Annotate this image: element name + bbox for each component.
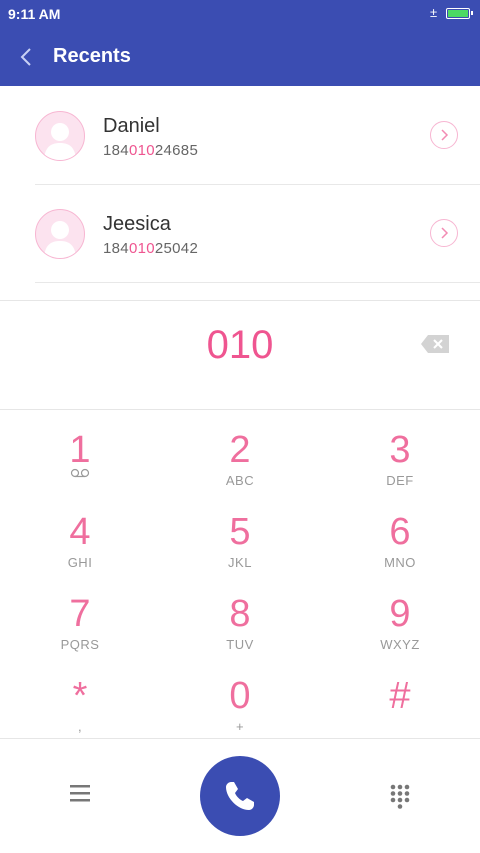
key-digit: * (72, 675, 88, 717)
key-1[interactable]: 1 (0, 418, 160, 500)
key-2[interactable]: 2 ABC (160, 418, 320, 500)
dial-display: 010 (0, 301, 480, 409)
key-9[interactable]: 9 WXYZ (320, 582, 480, 664)
key-letters: PQRS (60, 637, 100, 652)
key-star[interactable]: * , (0, 664, 160, 746)
key-hash[interactable]: # (320, 664, 480, 746)
person-icon (44, 123, 76, 160)
key-digit: 4 (69, 511, 91, 553)
details-chevron-icon[interactable] (430, 121, 458, 149)
contact-row-jeesica[interactable]: Jeesica 18401025042 (0, 185, 480, 283)
contact-name: Daniel (103, 115, 160, 137)
back-arrow-icon[interactable] (16, 46, 38, 68)
key-letters: JKL (228, 555, 252, 570)
key-digit: 7 (69, 593, 91, 635)
contact-row-daniel[interactable]: Daniel 18401024685 (0, 87, 480, 185)
key-letters: GHI (67, 555, 93, 570)
key-letters: WXYZ (380, 637, 420, 652)
key-letters: , (77, 719, 83, 734)
person-icon (44, 221, 76, 258)
key-digit: 6 (389, 511, 411, 553)
key-5[interactable]: 5 JKL (160, 500, 320, 582)
call-button[interactable] (200, 756, 280, 836)
menu-icon[interactable] (68, 783, 92, 803)
key-8[interactable]: 8 TUV (160, 582, 320, 664)
contact-number: 18401025042 (103, 240, 199, 257)
contact-name: Jeesica (103, 213, 171, 235)
key-letters: DEF (386, 473, 414, 488)
backspace-icon[interactable] (420, 334, 450, 354)
keypad-divider (0, 409, 480, 410)
key-digit: 0 (229, 675, 251, 717)
page-title: Recents (53, 45, 131, 67)
status-bar: 9:11 AM ± (0, 0, 480, 28)
key-digit: 5 (229, 511, 251, 553)
key-3[interactable]: 3 DEF (320, 418, 480, 500)
app-bar: Recents (0, 28, 480, 86)
key-letters: + (235, 719, 245, 734)
bottom-bar (0, 738, 480, 853)
dialpad-icon[interactable] (389, 783, 411, 811)
contact-number: 18401024685 (103, 142, 199, 159)
key-digit: 3 (389, 429, 411, 471)
dialed-number: 010 (206, 323, 274, 367)
key-digit: # (389, 675, 411, 717)
avatar (35, 111, 85, 161)
status-time: 9:11 AM (8, 6, 61, 22)
battery-icon (446, 8, 473, 19)
key-digit: 2 (229, 429, 251, 471)
avatar (35, 209, 85, 259)
phone-icon (226, 782, 254, 810)
key-digit: 9 (389, 593, 411, 635)
key-6[interactable]: 6 MNO (320, 500, 480, 582)
key-letters: MNO (384, 555, 416, 570)
key-4[interactable]: 4 GHI (0, 500, 160, 582)
signal-icon: ± (430, 5, 438, 20)
row-divider (35, 282, 480, 283)
key-letters: TUV (226, 637, 254, 652)
key-digit: 1 (69, 429, 91, 471)
key-letters: ABC (225, 473, 255, 488)
key-7[interactable]: 7 PQRS (0, 582, 160, 664)
key-digit: 8 (229, 593, 251, 635)
voicemail-icon (70, 468, 90, 478)
details-chevron-icon[interactable] (430, 219, 458, 247)
key-0[interactable]: 0 + (160, 664, 320, 746)
